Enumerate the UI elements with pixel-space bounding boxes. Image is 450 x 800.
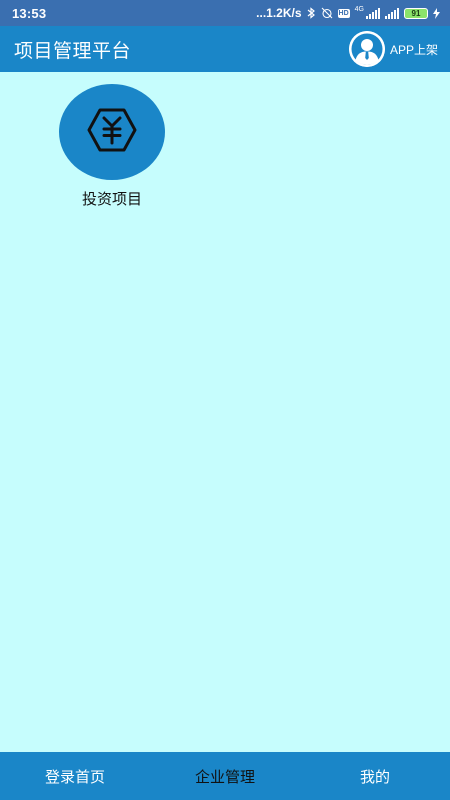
user-avatar-icon (348, 31, 385, 67)
charging-icon (433, 7, 440, 19)
bottom-nav: 登录首页 企业管理 我的 (0, 752, 450, 800)
battery-icon: 91 (404, 7, 428, 19)
network-type-label: 4G (354, 5, 364, 13)
hd-badge: HD (337, 8, 350, 18)
status-icons: ...1.2K/s HD 4G 91 (256, 6, 440, 20)
status-bar: 13:53 ...1.2K/s HD 4G 91 (0, 0, 450, 26)
alarm-off-icon (321, 7, 333, 19)
app-listing-label: APP上架 (389, 42, 438, 57)
page-title: 项目管理平台 (14, 39, 132, 62)
grid-item-label: 投资项目 (81, 190, 142, 208)
main-content: 投资项目 (0, 72, 450, 752)
bluetooth-icon (307, 7, 316, 19)
nav-item-enterprise-management[interactable]: 企业管理 (150, 766, 300, 787)
app-listing-button[interactable]: APP上架 (348, 31, 438, 67)
grid-item-icon-circle (59, 84, 165, 180)
yuan-hexagon-icon (86, 107, 138, 157)
signal-icon (366, 7, 380, 19)
network-speed: ...1.2K/s (256, 6, 302, 20)
app-bar: 项目管理平台 APP上架 (0, 26, 450, 72)
nav-item-mine[interactable]: 我的 (300, 766, 450, 787)
signal-icon-secondary (385, 7, 399, 19)
status-time: 13:53 (12, 5, 47, 21)
grid-item-investment-projects[interactable]: 投资项目 (58, 84, 166, 209)
nav-item-login-home[interactable]: 登录首页 (0, 766, 150, 787)
